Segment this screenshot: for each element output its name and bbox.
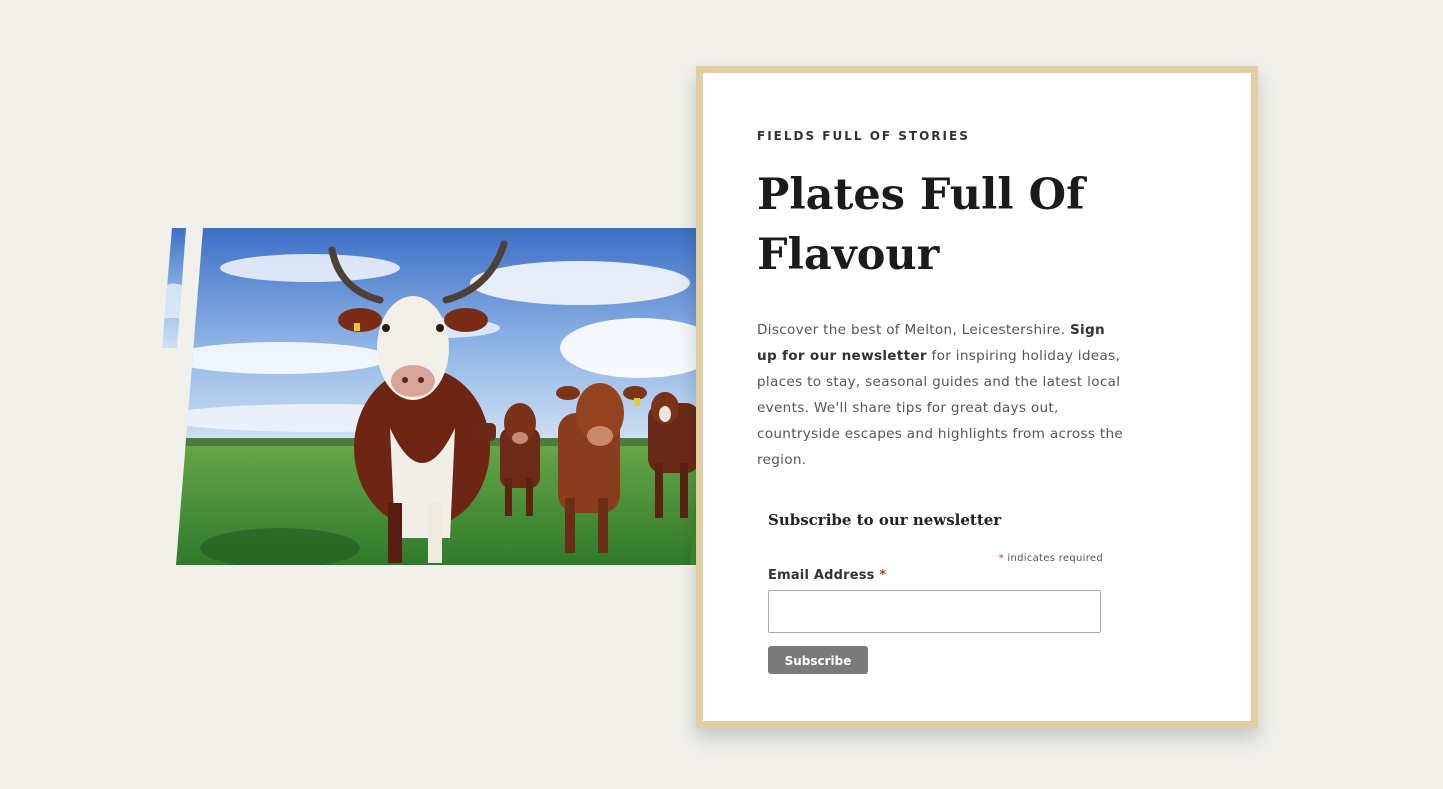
page: FIELDS FULL OF STORIES Plates Full Of Fl… bbox=[0, 0, 1443, 789]
email-label: Email Address * bbox=[768, 568, 886, 583]
email-required-asterisk: * bbox=[879, 568, 887, 583]
email-field[interactable] bbox=[768, 590, 1101, 633]
title-line-1: Plates Full Of bbox=[757, 170, 1085, 220]
required-note-text: indicates required bbox=[1003, 553, 1103, 564]
email-label-text: Email Address bbox=[768, 568, 875, 583]
page-title: Plates Full Of Flavour bbox=[757, 165, 1177, 285]
intro-end: for inspiring holiday ideas, places to s… bbox=[757, 348, 1124, 468]
cows-field-image bbox=[160, 228, 700, 565]
form-title: Subscribe to our newsletter bbox=[768, 511, 1002, 529]
subscribe-button[interactable]: Subscribe bbox=[768, 646, 868, 674]
eyebrow-text: FIELDS FULL OF STORIES bbox=[757, 129, 970, 143]
newsletter-card: FIELDS FULL OF STORIES Plates Full Of Fl… bbox=[696, 66, 1258, 728]
required-note: * indicates required bbox=[999, 553, 1103, 564]
intro-paragraph: Discover the best of Melton, Leicestersh… bbox=[757, 317, 1129, 473]
newsletter-form: Subscribe to our newsletter * indicates … bbox=[768, 511, 1103, 674]
title-line-2: Flavour bbox=[757, 230, 940, 280]
intro-start: Discover the best of Melton, Leicestersh… bbox=[757, 322, 1070, 338]
